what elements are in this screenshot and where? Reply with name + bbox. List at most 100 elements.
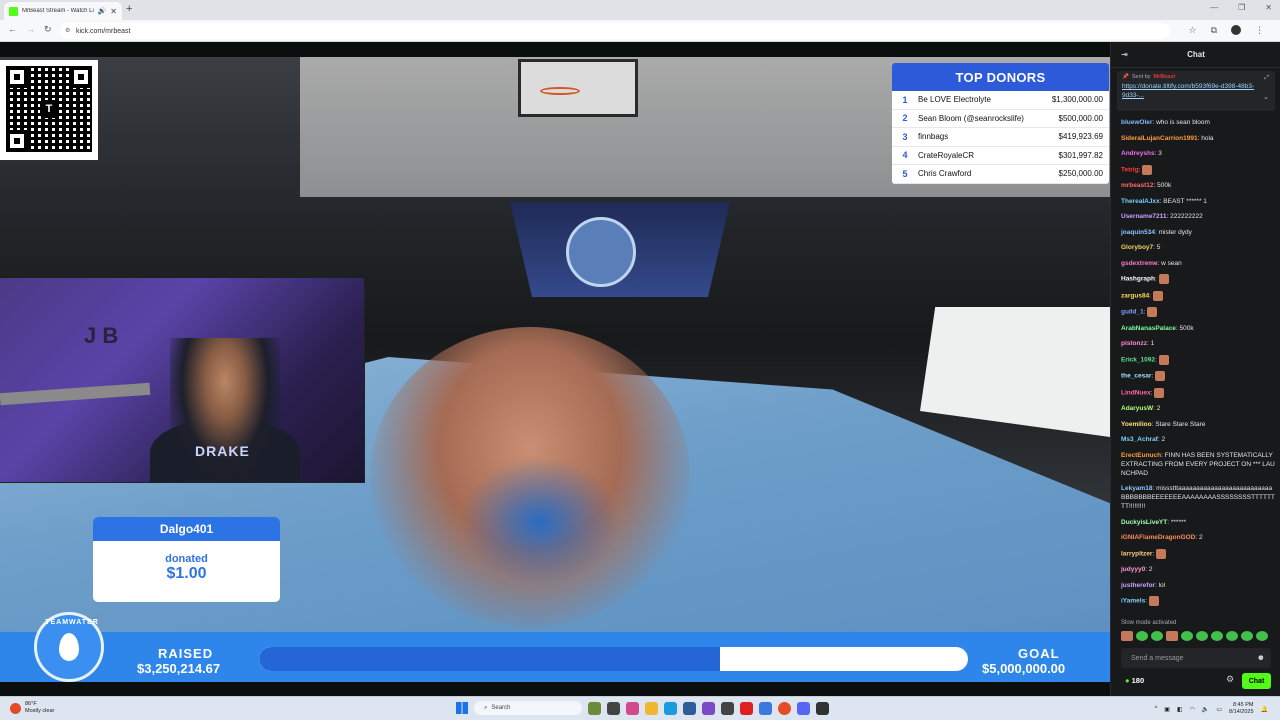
chat-username[interactable]: SideralLujanCarrion1991 bbox=[1121, 135, 1198, 142]
chat-messages-list[interactable]: bluewOler: who is sean bloom SideralLujan… bbox=[1121, 118, 1276, 613]
chevron-down-icon[interactable]: ⌄ bbox=[1263, 93, 1269, 101]
battery-icon[interactable]: ▭ bbox=[1216, 706, 1222, 713]
chrome-browser-icon[interactable] bbox=[778, 701, 791, 715]
emote-icon[interactable] bbox=[1241, 631, 1253, 641]
chat-username[interactable]: iGNIAFlameDragonGOD bbox=[1121, 534, 1195, 541]
chat-message[interactable]: gsdextreme: w sean bbox=[1121, 259, 1276, 268]
chat-username[interactable]: Hashgraph bbox=[1121, 276, 1155, 283]
taskbar-app-icon[interactable] bbox=[626, 701, 639, 715]
chat-message[interactable]: Hashgraph: bbox=[1121, 274, 1276, 284]
bookmark-star-icon[interactable]: ☆ bbox=[1188, 25, 1196, 36]
task-view-icon[interactable] bbox=[607, 701, 620, 715]
emote-icon[interactable] bbox=[1121, 631, 1133, 641]
chat-username[interactable]: DuckyisLiveYT bbox=[1121, 519, 1167, 526]
chat-username[interactable]: Username7211 bbox=[1121, 213, 1167, 220]
emote-icon[interactable] bbox=[1226, 631, 1238, 641]
chat-username[interactable]: Erick_1092 bbox=[1121, 356, 1155, 363]
chat-username[interactable]: Yoemilioo bbox=[1121, 421, 1152, 428]
stream-video-player[interactable]: T TOP DONORS 1 Be LOVE Electrolyte $1,300,… bbox=[0, 57, 1110, 682]
discord-icon[interactable] bbox=[797, 701, 810, 715]
file-explorer-icon[interactable] bbox=[645, 701, 658, 715]
minimize-window-icon[interactable]: — bbox=[1210, 3, 1218, 12]
pinned-donate-link[interactable]: https://donate.tiltify.com/b593f69e-d398… bbox=[1122, 82, 1262, 100]
chat-username[interactable]: larrypltzer bbox=[1121, 550, 1152, 557]
chat-message[interactable]: bluewOler: who is sean bloom bbox=[1121, 118, 1276, 127]
forward-button[interactable]: → bbox=[26, 24, 35, 34]
chat-message[interactable]: iYamels: bbox=[1121, 596, 1276, 606]
chat-username[interactable]: Lekyam18 bbox=[1121, 485, 1152, 492]
audio-playing-icon[interactable]: 🔊 bbox=[98, 7, 107, 15]
chat-message-input[interactable]: Send a message ☻ bbox=[1121, 648, 1271, 668]
profile-avatar[interactable] bbox=[1231, 25, 1241, 35]
chat-username[interactable]: judyyy0 bbox=[1121, 566, 1145, 573]
chat-username[interactable]: ThereaIAJxx bbox=[1121, 198, 1160, 205]
chat-message[interactable]: zargus84: bbox=[1121, 290, 1276, 301]
chat-message[interactable]: Erick_1092: bbox=[1121, 354, 1276, 365]
chat-message[interactable]: judyyy0: 2 bbox=[1121, 565, 1276, 574]
tray-app-icon[interactable]: ▣ bbox=[1164, 706, 1170, 713]
volume-icon[interactable]: 🔈 bbox=[1202, 706, 1209, 713]
chat-message[interactable]: Andreyshs: 3 bbox=[1121, 149, 1276, 158]
chat-settings-gear-icon[interactable]: ⚙ bbox=[1226, 674, 1234, 685]
edge-browser-icon[interactable] bbox=[664, 701, 677, 715]
chat-message[interactable]: ArabNanasPalace: 500k bbox=[1121, 324, 1276, 333]
chat-username[interactable]: gsdextreme bbox=[1121, 260, 1158, 267]
emote-icon[interactable] bbox=[1196, 631, 1208, 641]
taskbar-app-icon[interactable] bbox=[759, 701, 772, 715]
chat-message[interactable]: pistonzz: 1 bbox=[1121, 339, 1276, 348]
chat-message[interactable]: Ms3_Achraf: 2 bbox=[1121, 435, 1276, 444]
maximize-window-icon[interactable]: ❐ bbox=[1238, 3, 1245, 12]
chat-username[interactable]: zargus84 bbox=[1121, 292, 1149, 299]
pinned-message[interactable]: 📌 Sent by MrBeast https://donate.tiltify… bbox=[1117, 71, 1275, 111]
chat-username[interactable]: ArabNanasPalace bbox=[1121, 325, 1176, 332]
chat-username[interactable]: justherefor bbox=[1121, 582, 1155, 589]
taskbar-search[interactable]: ⌕ Search bbox=[474, 701, 582, 715]
reload-button[interactable]: ↻ bbox=[44, 24, 52, 35]
browser-menu-icon[interactable]: ⋮ bbox=[1255, 25, 1264, 36]
chat-username[interactable]: Gloryboy7 bbox=[1121, 244, 1153, 251]
url-input[interactable]: ⚙ kick.com/mrbeast bbox=[60, 23, 1170, 39]
emote-icon[interactable] bbox=[1256, 631, 1268, 641]
chat-message[interactable]: mrbeast12: 500k bbox=[1121, 181, 1276, 190]
extensions-icon[interactable]: ⧉ bbox=[1211, 25, 1217, 36]
emote-icon[interactable] bbox=[1181, 631, 1193, 641]
youtube-icon[interactable] bbox=[740, 701, 753, 715]
chat-message[interactable]: guild_1: bbox=[1121, 307, 1276, 317]
chat-username[interactable]: LindNuex bbox=[1121, 389, 1151, 396]
chat-username[interactable]: AdaryusW bbox=[1121, 405, 1153, 412]
clock[interactable]: 8:45 PM 8/14/2025 bbox=[1229, 702, 1253, 716]
chat-message[interactable]: Username7211: 222222222 bbox=[1121, 212, 1276, 221]
close-window-icon[interactable]: ✕ bbox=[1265, 3, 1272, 12]
chat-username[interactable]: joaquin534 bbox=[1121, 229, 1155, 236]
tray-app-icon[interactable]: ◧ bbox=[1177, 706, 1183, 713]
tray-overflow-icon[interactable]: ^ bbox=[1154, 706, 1157, 712]
chat-username[interactable]: Ms3_Achraf bbox=[1121, 436, 1158, 443]
chat-username[interactable]: Tetrig bbox=[1121, 166, 1139, 173]
taskbar-app-icon[interactable] bbox=[702, 701, 715, 715]
chat-message[interactable]: LindNuex: bbox=[1121, 387, 1276, 398]
chat-username[interactable]: bluewOler bbox=[1121, 119, 1152, 126]
chat-message[interactable]: iGNIAFlameDragonGOD: 2 bbox=[1121, 533, 1276, 542]
send-chat-button[interactable]: Chat bbox=[1242, 673, 1271, 689]
start-button-icon[interactable] bbox=[456, 702, 468, 714]
chat-username[interactable]: Andreyshs bbox=[1121, 150, 1155, 157]
chat-message[interactable]: AdaryusW: 2 bbox=[1121, 404, 1276, 413]
chat-message[interactable]: Gloryboy7: 5 bbox=[1121, 243, 1276, 252]
chat-username[interactable]: mrbeast12 bbox=[1121, 182, 1154, 189]
chat-message[interactable]: the_cesar: bbox=[1121, 371, 1276, 381]
emote-icon[interactable] bbox=[1166, 631, 1178, 641]
chat-message[interactable]: SideralLujanCarrion1991: hola bbox=[1121, 134, 1276, 143]
chat-message[interactable]: Tetrig: bbox=[1121, 164, 1276, 175]
chat-message[interactable]: justherefor: lol bbox=[1121, 581, 1276, 590]
wifi-icon[interactable]: ◠ bbox=[1190, 706, 1195, 713]
chat-username[interactable]: pistonzz bbox=[1121, 340, 1147, 347]
close-tab-icon[interactable]: ✕ bbox=[110, 7, 117, 16]
new-tab-button[interactable]: + bbox=[126, 3, 132, 15]
emote-icon[interactable] bbox=[1136, 631, 1148, 641]
emote-icon[interactable] bbox=[1151, 631, 1163, 641]
chat-message[interactable]: DuckyisLiveYT: ****** bbox=[1121, 518, 1276, 527]
weather-widget[interactable]: 86°F Mostly clear bbox=[10, 701, 54, 715]
chat-message[interactable]: Lekyam18: missstttaaaaaaaaaaaaaaaaaaaaaa… bbox=[1121, 484, 1276, 511]
chat-username[interactable]: iYamels bbox=[1121, 598, 1145, 605]
chat-message[interactable]: joaquin534: mister dydy bbox=[1121, 228, 1276, 237]
